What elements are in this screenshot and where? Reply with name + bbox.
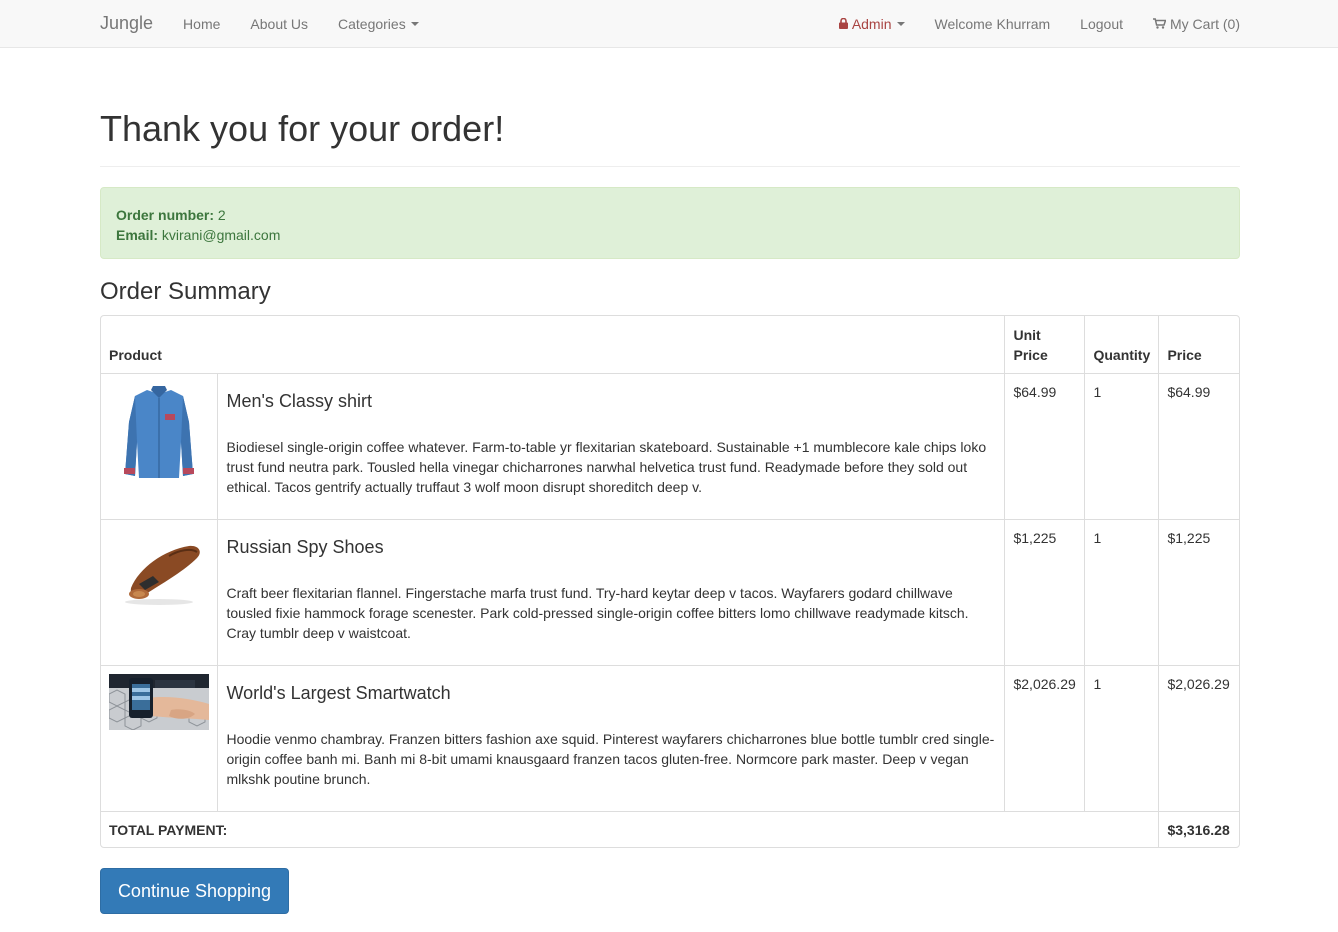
unit-price-cell: $64.99 bbox=[1004, 372, 1085, 519]
order-summary-heading: Order Summary bbox=[100, 278, 271, 305]
header-unit-price-line2: Price bbox=[1013, 346, 1048, 363]
total-label: TOTAL PAYMENT: bbox=[101, 810, 1159, 847]
order-number-value: 2 bbox=[217, 207, 226, 223]
product-details-cell: World's Largest Smartwatch Hoodie venmo … bbox=[217, 664, 1005, 811]
order-number-line: Order number: 2 bbox=[116, 205, 1224, 225]
nav-home-link[interactable]: Home bbox=[168, 16, 235, 32]
header-product: Product bbox=[109, 346, 162, 363]
brand-link[interactable]: Jungle bbox=[100, 13, 153, 34]
order-email-value: kvirani@gmail.com bbox=[161, 227, 281, 243]
table-row: World's Largest Smartwatch Hoodie venmo … bbox=[101, 664, 1239, 811]
shirt-image bbox=[109, 381, 209, 482]
page-title: Thank you for your order! bbox=[100, 108, 505, 149]
table-row: Men's Classy shirt Biodiesel single-orig… bbox=[101, 372, 1239, 519]
quantity-cell: 1 bbox=[1084, 664, 1159, 811]
nav-cart-link[interactable]: My Cart (0) bbox=[1138, 16, 1240, 32]
product-image-cell bbox=[101, 372, 218, 519]
price-cell: $2,026.29 bbox=[1158, 664, 1239, 811]
continue-shopping-button[interactable]: Continue Shopping bbox=[100, 868, 289, 914]
order-number-label: Order number: bbox=[116, 207, 215, 223]
chevron-down-icon bbox=[896, 21, 905, 26]
title-divider bbox=[100, 166, 1240, 167]
product-name: World's Largest Smartwatch bbox=[226, 682, 451, 703]
nav-welcome-text: Welcome Khurram bbox=[934, 15, 1051, 32]
nav-right: Admin Welcome Khurram Logout My Cart (0) bbox=[824, 16, 1240, 32]
lock-icon bbox=[838, 18, 848, 29]
navbar-inner: Jungle Home About Us Categories Admin We… bbox=[100, 0, 1240, 47]
header-quantity: Quantity bbox=[1084, 316, 1159, 373]
product-description: Hoodie venmo chambray. Franzen bitters f… bbox=[226, 730, 995, 787]
smartwatch-image bbox=[109, 673, 209, 730]
table-header-row: Product Unit Price Quantity Price bbox=[101, 316, 1239, 373]
quantity-cell: 1 bbox=[1084, 372, 1159, 519]
product-name: Russian Spy Shoes bbox=[226, 536, 384, 557]
product-description: Craft beer flexitarian flannel. Fingerst… bbox=[226, 584, 969, 641]
product-image-cell bbox=[101, 518, 218, 665]
nav-admin-dropdown[interactable]: Admin bbox=[824, 16, 920, 32]
price-cell: $1,225 bbox=[1158, 518, 1239, 665]
nav-logout-link[interactable]: Logout bbox=[1065, 16, 1138, 32]
order-email-line: Email: kvirani@gmail.com bbox=[116, 225, 1224, 245]
chevron-down-icon bbox=[410, 21, 419, 26]
unit-price-cell: $1,225 bbox=[1004, 518, 1085, 665]
product-name: Men's Classy shirt bbox=[226, 390, 372, 411]
nav-cart-label: My Cart (0) bbox=[1170, 15, 1240, 32]
order-confirmation-alert: Order number: 2 Email: kvirani@gmail.com bbox=[100, 187, 1240, 259]
product-details-cell: Men's Classy shirt Biodiesel single-orig… bbox=[217, 372, 1005, 519]
table-row: Russian Spy Shoes Craft beer flexitarian… bbox=[101, 518, 1239, 665]
unit-price-cell: $2,026.29 bbox=[1004, 664, 1085, 811]
order-email-label: Email: bbox=[116, 227, 159, 243]
shopping-cart-icon bbox=[1153, 18, 1166, 29]
nav-categories-label: Categories bbox=[338, 15, 406, 32]
price-cell: $64.99 bbox=[1158, 372, 1239, 519]
nav-admin-label: Admin bbox=[851, 15, 892, 32]
shoe-image bbox=[109, 527, 209, 608]
total-row: TOTAL PAYMENT: $3,316.28 bbox=[101, 810, 1239, 847]
quantity-cell: 1 bbox=[1084, 518, 1159, 665]
nav-about-link[interactable]: About Us bbox=[235, 16, 323, 32]
nav-left: Jungle Home About Us Categories bbox=[100, 13, 434, 34]
header-price: Price bbox=[1158, 316, 1239, 373]
header-unit-price-line1: Unit bbox=[1013, 326, 1041, 343]
header-unit-price: Unit Price bbox=[1004, 316, 1085, 373]
product-image-cell bbox=[101, 664, 218, 811]
nav-categories-dropdown[interactable]: Categories bbox=[323, 16, 434, 32]
order-summary-table: Product Unit Price Quantity Price Men's … bbox=[100, 315, 1240, 848]
total-value: $3,316.28 bbox=[1158, 810, 1239, 847]
navbar: Jungle Home About Us Categories Admin We… bbox=[0, 0, 1338, 48]
product-details-cell: Russian Spy Shoes Craft beer flexitarian… bbox=[217, 518, 1005, 665]
product-description: Biodiesel single-origin coffee whatever.… bbox=[226, 438, 987, 495]
